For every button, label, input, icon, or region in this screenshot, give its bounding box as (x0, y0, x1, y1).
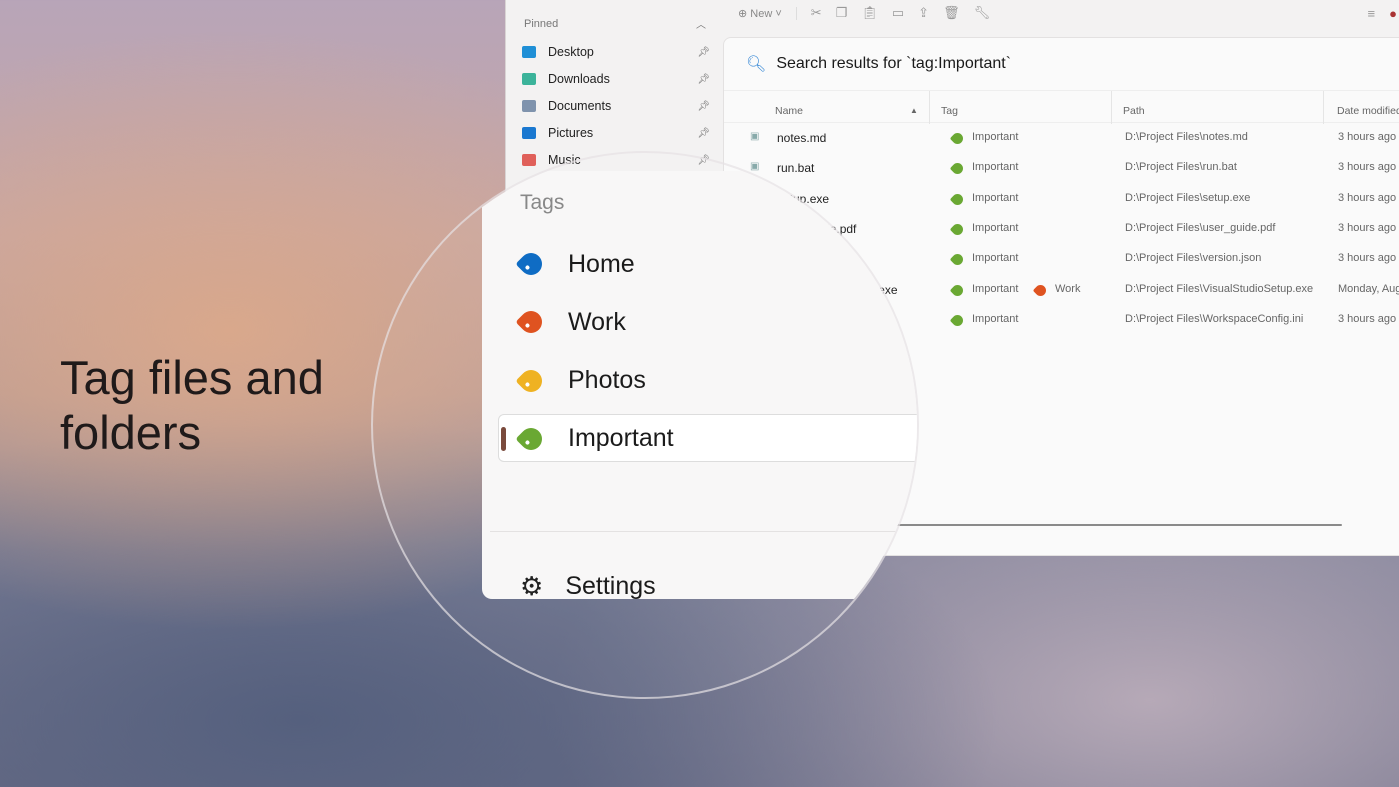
date-modified: Monday, Augu (1338, 283, 1399, 295)
delete-icon[interactable]: 🗑︎ (943, 5, 960, 21)
date-modified: 3 hours ago (1338, 161, 1396, 173)
file-path: D:\Project Files\run.bat (1125, 161, 1237, 173)
sidebar-item-pictures[interactable]: Pictures 📌︎ (522, 122, 712, 144)
share-icon[interactable]: ⇪ (918, 5, 929, 21)
collapse-chevron-icon[interactable]: ︿ (696, 16, 706, 31)
search-title-text: Search results for `tag:Important` (776, 55, 1011, 73)
tag-icon (950, 252, 966, 268)
folder-icon (522, 154, 536, 166)
tag-label[interactable]: Important (972, 131, 1018, 143)
pin-icon[interactable]: 📌︎ (697, 128, 710, 139)
tag-label[interactable]: Work (1055, 283, 1080, 295)
date-modified: 3 hours ago (1338, 252, 1396, 264)
tag-icon (950, 191, 966, 207)
tag-icon (515, 365, 546, 396)
new-label: New (750, 8, 772, 20)
tags-heading: Tags (520, 191, 564, 215)
tag-icon (950, 222, 966, 238)
tag-item-label: Work (568, 308, 626, 337)
rename-icon[interactable]: ▭ (892, 5, 904, 21)
copy-icon[interactable]: ❐ (836, 5, 848, 21)
tag-label[interactable]: Important (972, 283, 1018, 295)
tag-item-label: Home (568, 250, 635, 279)
tag-icon (515, 248, 546, 279)
pin-icon[interactable]: 📌︎ (697, 74, 710, 85)
sidebar-item-label: Downloads (548, 72, 610, 86)
toolbar: ⊕ New ˅ ✂ ❐ 📋︎ ▭ ⇪ 🗑︎ 🔧︎ ≡ ● (730, 0, 1399, 26)
column-date[interactable]: Date modified (1337, 105, 1399, 117)
tag-item-work[interactable]: Work (520, 297, 626, 347)
hero-line-2: folders (60, 405, 390, 460)
sidebar-item-label: Desktop (548, 45, 594, 59)
date-modified: 3 hours ago (1338, 222, 1396, 234)
column-tag[interactable]: Tag (941, 105, 958, 117)
date-modified: 3 hours ago (1338, 192, 1396, 204)
divider (490, 531, 919, 532)
horizontal-scrollbar[interactable] (894, 524, 1342, 526)
pin-icon[interactable]: 📌︎ (697, 47, 710, 58)
tag-icon[interactable]: ● (1389, 6, 1397, 21)
tag-icon (950, 161, 966, 177)
tag-label[interactable]: Important (972, 313, 1018, 325)
table-header: Name ▲ Tag Path Date modified (724, 90, 1399, 123)
sidebar-item-label: Documents (548, 99, 611, 113)
date-modified: 3 hours ago (1338, 131, 1396, 143)
selection-indicator (501, 427, 506, 451)
cut-icon[interactable]: ✂ (811, 5, 822, 21)
folder-icon (522, 100, 536, 112)
magnifier-lens: Tags Home Work Photos Important ⚙ Settings (371, 151, 919, 699)
properties-icon[interactable]: 🔧︎ (974, 5, 991, 21)
sidebar-item-downloads[interactable]: Downloads 📌︎ (522, 68, 712, 90)
tag-item-home[interactable]: Home (520, 239, 635, 289)
tag-icon (950, 131, 966, 147)
file-icon: ▣ (750, 131, 759, 142)
tag-icon (515, 423, 546, 454)
folder-icon (522, 73, 536, 85)
tag-icon (950, 282, 966, 298)
tag-icon (515, 307, 546, 338)
search-title: 🔍︎ Search results for `tag:Important` (746, 54, 1011, 74)
file-path: D:\Project Files\notes.md (1125, 131, 1248, 143)
sidebar-item-label: Pictures (548, 126, 593, 140)
sidebar-item-desktop[interactable]: Desktop 📌︎ (522, 41, 712, 63)
file-path: D:\Project Files\user_guide.pdf (1125, 222, 1275, 234)
file-path: D:\Project Files\setup.exe (1125, 192, 1250, 204)
tag-item-important[interactable]: Important (520, 414, 674, 464)
settings-item[interactable]: ⚙ Settings (520, 561, 656, 611)
file-path: D:\Project Files\WorkspaceConfig.ini (1125, 313, 1303, 325)
search-icon: 🔍︎ (746, 54, 766, 74)
file-path: D:\Project Files\version.json (1125, 252, 1261, 264)
tag-icon (1033, 282, 1049, 298)
tag-item-label: Important (568, 424, 674, 453)
pinned-section-label: Pinned (524, 18, 558, 30)
sort-ascending-icon: ▲ (910, 106, 918, 115)
tag-label[interactable]: Important (972, 192, 1018, 204)
table-row[interactable]: ▣ notes.md Important D:\Project Files\no… (724, 123, 1399, 153)
paste-icon[interactable]: 📋︎ (861, 5, 878, 21)
folder-icon (522, 46, 536, 58)
tag-label[interactable]: Important (972, 222, 1018, 234)
tag-label[interactable]: Important (972, 252, 1018, 264)
settings-label: Settings (565, 572, 655, 601)
tag-item-label: Photos (568, 366, 646, 395)
file-name[interactable]: notes.md (777, 131, 826, 145)
tag-icon (950, 313, 966, 329)
sort-icon[interactable]: ≡ (1368, 6, 1376, 21)
hero-line-1: Tag files and (60, 350, 390, 405)
tags-panel: Tags Home Work Photos Important ⚙ Settings (482, 171, 919, 599)
column-name[interactable]: Name (775, 105, 803, 117)
gear-icon: ⚙ (520, 571, 543, 602)
file-path: D:\Project Files\VisualStudioSetup.exe (1125, 283, 1313, 295)
tag-label[interactable]: Important (972, 161, 1018, 173)
sidebar-item-documents[interactable]: Documents 📌︎ (522, 95, 712, 117)
pin-icon[interactable]: 📌︎ (697, 101, 710, 112)
column-path[interactable]: Path (1123, 105, 1145, 117)
folder-icon (522, 127, 536, 139)
tag-item-photos[interactable]: Photos (520, 356, 646, 406)
new-button[interactable]: ⊕ New ˅ (738, 7, 797, 20)
hero-heading: Tag files andfolders (60, 350, 390, 460)
date-modified: 3 hours ago (1338, 313, 1396, 325)
